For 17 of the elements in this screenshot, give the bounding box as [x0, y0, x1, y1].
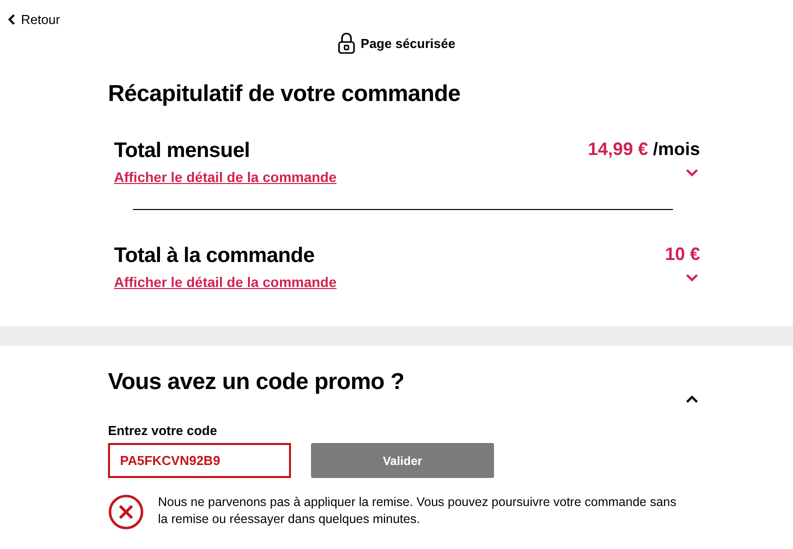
back-link[interactable]: Retour [8, 12, 60, 27]
field-label: Entrez votre code [108, 423, 218, 438]
promo-title: Vous avez un code promo ? [108, 368, 404, 395]
error-icon [108, 494, 144, 530]
chevron-icon[interactable] [686, 395, 698, 403]
promo-code-field[interactable]: PA5FKCVN92B9 [108, 443, 291, 478]
total-label: Total à la commande [114, 244, 316, 268]
total-amount: 10 € [664, 244, 700, 266]
secure-page-label: Page sécurisée [360, 36, 456, 50]
back-chevron-icon [8, 14, 15, 25]
summary-title: Récapitulatif de votre commande [108, 80, 462, 107]
total-amount: 14,99 € /mois [588, 139, 700, 161]
order-detail-link[interactable]: Afficher le détail de la commande [114, 274, 665, 290]
order-detail-link[interactable]: Afficher le détail de la commande [114, 169, 588, 185]
error-message: Nous ne parvenons pas à appliquer la remise. Vous pouvez poursuivre votre commande sans la remise ou réessayer dans quelques minutes. [158, 494, 678, 528]
lock-icon [338, 32, 355, 54]
total-label: Total mensuel [114, 139, 251, 163]
